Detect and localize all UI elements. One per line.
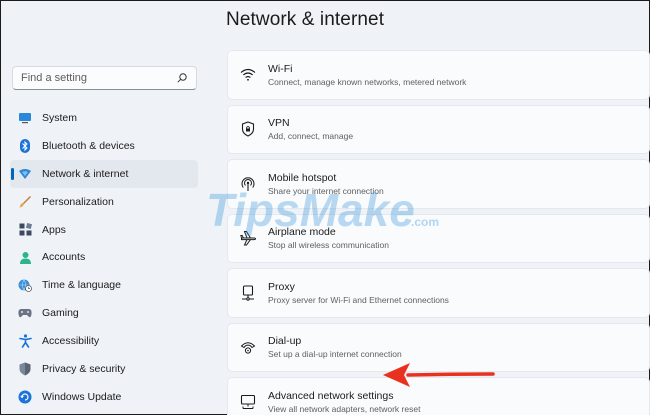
sidebar-item-accessibility[interactable]: Accessibility xyxy=(10,327,198,355)
sidebar-item-label: Accounts xyxy=(42,251,86,264)
card-title: Advanced network settings xyxy=(268,389,394,402)
card-title: Proxy xyxy=(268,280,295,293)
sidebar-item-label: Accessibility xyxy=(42,335,100,348)
gamepad-icon xyxy=(18,306,32,320)
sidebar-nav: System Bluetooth & devices Network & int… xyxy=(10,104,198,411)
sidebar-item-apps[interactable]: Apps xyxy=(10,216,198,244)
network-adapter-icon xyxy=(240,394,256,410)
card-subtitle: Add, connect, manage xyxy=(268,131,354,142)
apps-icon xyxy=(18,223,32,237)
card-subtitle: Proxy server for Wi-Fi and Ethernet conn… xyxy=(268,294,449,305)
accessibility-icon xyxy=(18,334,32,348)
sidebar-item-accounts[interactable]: Accounts xyxy=(10,243,198,271)
card-dial-up[interactable]: Dial-up Set up a dial-up internet connec… xyxy=(227,322,650,372)
sidebar-item-label: Time & language xyxy=(42,279,121,292)
card-subtitle: Share your internet connection xyxy=(268,185,384,196)
sidebar-item-label: Personalization xyxy=(42,195,114,208)
person-icon xyxy=(18,250,32,264)
card-proxy[interactable]: Proxy Proxy server for Wi-Fi and Etherne… xyxy=(227,268,650,318)
monitor-icon xyxy=(18,111,32,125)
sidebar-item-personalization[interactable]: Personalization xyxy=(10,188,198,216)
bluetooth-icon xyxy=(18,138,32,153)
sidebar-item-system[interactable]: System xyxy=(10,104,198,132)
sidebar-item-label: Bluetooth & devices xyxy=(42,139,135,152)
card-vpn[interactable]: VPN Add, connect, manage xyxy=(227,104,650,154)
card-advanced-network-settings[interactable]: Advanced network settings View all netwo… xyxy=(227,377,650,415)
brush-icon xyxy=(18,195,32,209)
card-airplane-mode[interactable]: Airplane mode Stop all wireless communic… xyxy=(227,213,650,263)
sidebar-item-privacy[interactable]: Privacy & security xyxy=(10,355,198,383)
sidebar-item-label: System xyxy=(42,111,78,124)
update-icon xyxy=(18,390,32,404)
sidebar-item-label: Gaming xyxy=(42,307,79,320)
card-title: Airplane mode xyxy=(268,226,336,239)
sidebar-item-label: Network & internet xyxy=(42,167,129,180)
vpn-shield-icon xyxy=(240,121,256,137)
sidebar-item-label: Privacy & security xyxy=(42,362,126,375)
hotspot-icon xyxy=(240,176,256,192)
page-title: Network & internet xyxy=(226,9,385,30)
card-subtitle: Set up a dial-up internet connection xyxy=(268,349,402,360)
sidebar-item-label: Apps xyxy=(42,223,66,236)
card-subtitle: Connect, manage known networks, metered … xyxy=(268,76,467,87)
globe-clock-icon xyxy=(18,278,32,293)
search-box[interactable] xyxy=(12,66,197,90)
card-title: VPN xyxy=(268,117,290,130)
search-input[interactable] xyxy=(21,72,176,84)
settings-list: Wi-Fi Connect, manage known networks, me… xyxy=(227,50,650,415)
card-title: Dial-up xyxy=(268,335,302,348)
card-title: Mobile hotspot xyxy=(268,171,337,184)
card-title: Wi-Fi xyxy=(268,62,293,75)
card-subtitle: Stop all wireless communication xyxy=(268,240,389,251)
wifi-diamond-icon xyxy=(18,167,32,181)
card-mobile-hotspot[interactable]: Mobile hotspot Share your internet conne… xyxy=(227,159,650,209)
card-wifi[interactable]: Wi-Fi Connect, manage known networks, me… xyxy=(227,50,650,100)
search-icon[interactable] xyxy=(176,72,188,84)
card-subtitle: View all network adapters, network reset xyxy=(268,403,421,414)
sidebar-item-gaming[interactable]: Gaming xyxy=(10,299,198,327)
sidebar-item-network[interactable]: Network & internet xyxy=(10,159,198,188)
sidebar-item-windows-update[interactable]: Windows Update xyxy=(10,383,198,411)
airplane-icon xyxy=(240,230,256,246)
dialup-icon xyxy=(240,339,256,355)
sidebar-item-time-language[interactable]: Time & language xyxy=(10,271,198,299)
shield-icon xyxy=(18,362,32,376)
sidebar-item-label: Windows Update xyxy=(42,390,122,403)
sidebar-item-bluetooth[interactable]: Bluetooth & devices xyxy=(10,132,198,160)
proxy-icon xyxy=(240,285,256,301)
wifi-icon xyxy=(240,67,256,83)
